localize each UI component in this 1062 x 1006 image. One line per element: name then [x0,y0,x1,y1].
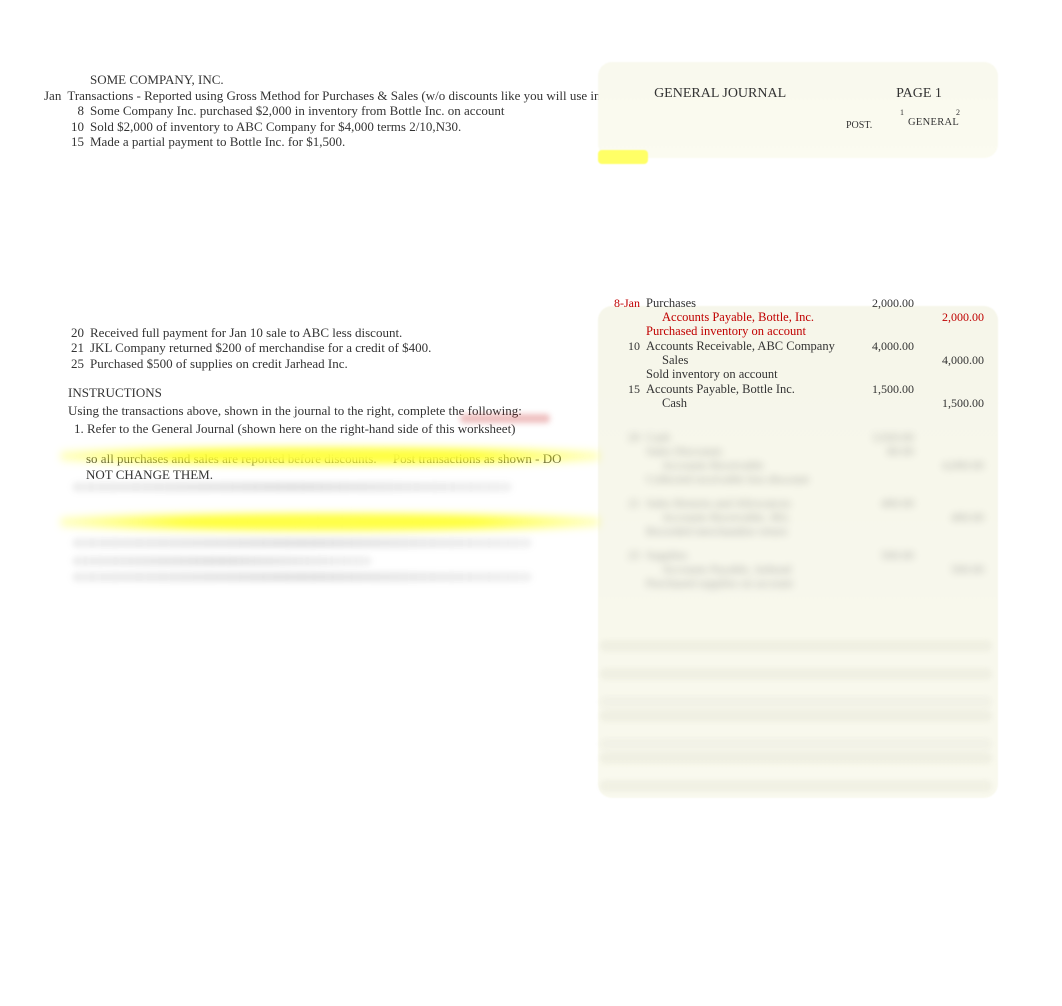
account-name: Accounts Receivable, ABC Company [646,339,844,353]
tx-desc: JKL Company returned $200 of merchandise… [90,340,584,356]
entry-date: 15 [598,382,646,396]
entry-date: 8-Jan [598,296,646,310]
account-name: Accounts Payable, Bottle, Inc. [646,310,844,324]
debit-amount: 1,500.00 [844,382,914,396]
account-name: Cash [646,396,844,410]
post-label: POST. [846,120,872,131]
credit-amount: 2,000.00 [914,310,984,324]
transactions-header: Transactions - Reported using Gross Meth… [67,88,686,104]
transactions-panel: SOME COMPANY, INC. JanTransactions - Rep… [44,72,584,483]
instruction-item: Refer to the General Journal (shown here… [87,421,516,436]
journal-entry: 8-Jan Purchases 2,000.00 Accounts Payabl… [598,296,998,338]
tx-desc: Made a partial payment to Bottle Inc. fo… [90,134,584,150]
debit-amount: 4,000.00 [844,339,914,353]
tx-desc: Sold $2,000 of inventory to ABC Company … [90,119,584,135]
account-name: Accounts Payable, Bottle Inc. [646,382,844,396]
journal-highlight-stub [598,150,648,164]
journal-entry: 15 Accounts Payable, Bottle Inc. 1,500.0… [598,382,998,410]
tx-desc: Some Company Inc. purchased $2,000 in in… [90,103,584,119]
col-number-2: 2 [956,108,960,117]
instructions-line: Using the transactions above, shown in t… [68,403,584,419]
tx-desc: Received full payment for Jan 10 sale to… [90,325,584,341]
tx-day: 25 [66,356,84,372]
entry-memo: Purchased inventory on account [646,324,844,338]
debit-amount: 2,000.00 [844,296,914,310]
company-name: SOME COMPANY, INC. [90,72,584,88]
tx-day: 10 [66,119,84,135]
credit-amount: 4,000.00 [914,353,984,367]
journal-title: GENERAL JOURNAL [654,86,786,102]
entry-memo: Sold inventory on account [646,367,844,381]
tx-day: 8 [66,103,84,119]
credit-amount: 1,500.00 [914,396,984,410]
month-label: Jan [44,88,61,104]
account-name: Sales [646,353,844,367]
blurred-journal-entries: 20Cash3,920.00 Sales Discounts80.00 Acco… [598,430,998,800]
instruction-foot-a: so all purchases and sales are reported … [86,451,377,466]
general-label: GENERAL [908,117,959,128]
tx-day: 21 [66,340,84,356]
tx-desc: Purchased $500 of supplies on credit Jar… [90,356,584,372]
journal-page: PAGE 1 [896,86,942,102]
entry-date: 10 [598,339,646,353]
col-number-1: 1 [900,108,904,117]
instruction-number: 1. [74,421,84,436]
tx-day: 15 [66,134,84,150]
account-name: Purchases [646,296,844,310]
journal-entry: 10 Accounts Receivable, ABC Company 4,00… [598,339,998,381]
general-journal: GENERAL JOURNAL PAGE 1 POST. 1 GENERAL 2… [598,62,998,411]
instructions-heading: INSTRUCTIONS [68,385,584,401]
tx-day: 20 [66,325,84,341]
